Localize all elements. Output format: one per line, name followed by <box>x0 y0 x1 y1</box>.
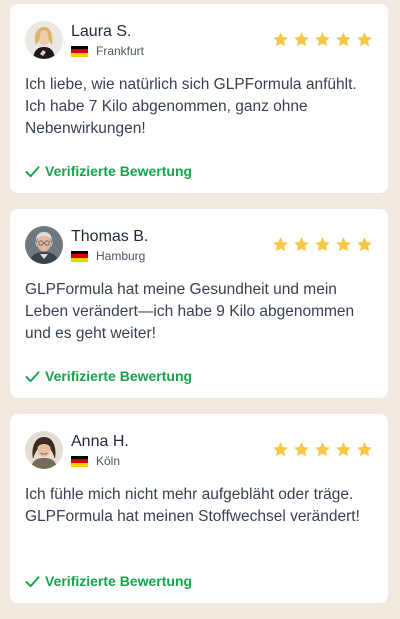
avatar <box>25 431 63 469</box>
verified-badge: Verifizierte Bewertung <box>25 368 192 384</box>
reviewer-location: Hamburg <box>71 249 272 263</box>
star-icon <box>315 441 330 456</box>
reviewer-city: Frankfurt <box>96 44 145 58</box>
germany-flag-icon <box>71 250 88 262</box>
star-rating <box>272 236 373 253</box>
germany-flag-icon <box>71 45 88 57</box>
review-header: Thomas B. Hamburg <box>25 225 373 265</box>
verified-badge: Verifizierte Bewertung <box>25 163 192 179</box>
review-header: Laura S. Frankfurt <box>25 20 373 60</box>
star-icon <box>357 31 372 46</box>
review-list: Laura S. Frankfurt Ich liebe, wie natürl… <box>10 4 388 619</box>
review-text: Ich liebe, wie natürlich sich GLPFormula… <box>25 76 357 137</box>
star-icon <box>357 236 372 251</box>
reviewer-location: Köln <box>71 454 272 468</box>
verified-label: Verifizierte Bewertung <box>45 573 193 589</box>
checkmark-icon <box>25 165 40 177</box>
star-icon <box>336 236 351 251</box>
reviewer-name: Laura S. <box>71 23 132 40</box>
review-card: Laura S. Frankfurt Ich liebe, wie natürl… <box>10 4 388 193</box>
star-icon <box>273 236 288 251</box>
review-text: Ich fühle mich nicht mehr aufgebläht ode… <box>25 486 360 525</box>
star-icon <box>357 441 372 456</box>
star-icon <box>315 31 330 46</box>
reviewer-location: Frankfurt <box>71 44 272 58</box>
germany-flag-icon <box>71 455 88 467</box>
reviewer-info: Anna H. Köln <box>71 432 272 468</box>
star-icon <box>294 236 309 251</box>
checkmark-icon <box>25 575 40 587</box>
review-card: Anna H. Köln Ich fühle mich nicht mehr a… <box>10 414 388 603</box>
star-icon <box>294 441 309 456</box>
reviewer-info: Laura S. Frankfurt <box>71 22 272 58</box>
star-rating <box>272 31 373 48</box>
star-icon <box>336 441 351 456</box>
verified-label: Verifizierte Bewertung <box>45 163 193 179</box>
verified-label: Verifizierte Bewertung <box>45 368 193 384</box>
checkmark-icon <box>25 370 40 382</box>
avatar <box>25 21 63 59</box>
woman-blonde-avatar-icon <box>25 21 63 59</box>
star-rating <box>272 441 373 458</box>
star-icon <box>273 31 288 46</box>
woman-brunette-avatar-icon <box>25 431 63 469</box>
reviewer-name: Thomas B. <box>71 228 149 245</box>
review-header: Anna H. Köln <box>25 430 373 470</box>
verified-badge: Verifizierte Bewertung <box>25 573 192 589</box>
star-icon <box>336 31 351 46</box>
man-grey-hair-avatar-icon <box>25 226 63 264</box>
reviewer-info: Thomas B. Hamburg <box>71 227 272 263</box>
avatar <box>25 226 63 264</box>
review-card: Thomas B. Hamburg GLPFormula hat meine G… <box>10 209 388 398</box>
star-icon <box>273 441 288 456</box>
reviewer-city: Köln <box>96 454 121 468</box>
reviewer-city: Hamburg <box>96 249 146 263</box>
reviewer-name: Anna H. <box>71 433 129 450</box>
review-text: GLPFormula hat meine Gesundheit und mein… <box>25 281 355 342</box>
star-icon <box>315 236 330 251</box>
star-icon <box>294 31 309 46</box>
